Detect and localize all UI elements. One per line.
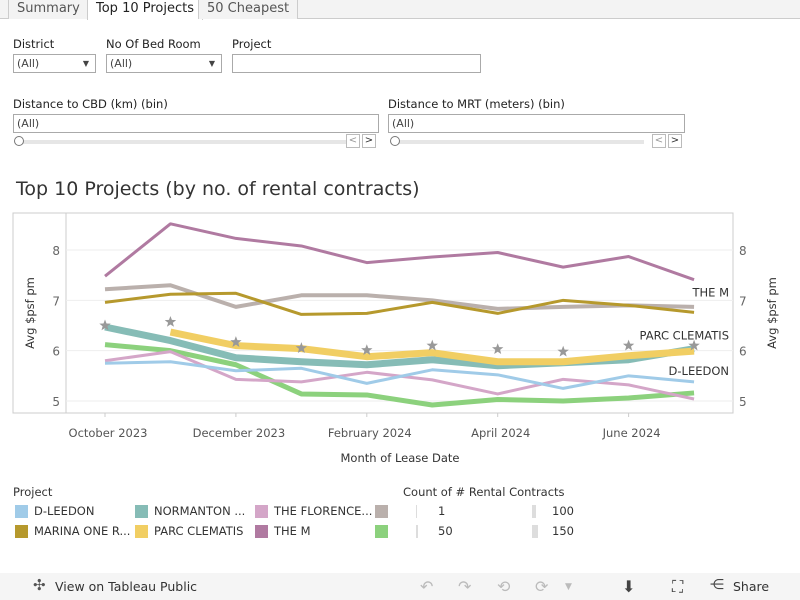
undo-icon[interactable]: ↶ — [420, 577, 433, 596]
x-tick-label: December 2023 — [193, 426, 286, 440]
y-tick-label: 6 — [52, 345, 60, 359]
y-axis-title: Avg $psf pm — [23, 277, 37, 349]
prev-button[interactable]: < — [346, 134, 360, 148]
series-line-the-m — [104, 222, 695, 282]
refresh-icon[interactable]: ⟳ — [535, 577, 548, 596]
district-dropdown[interactable]: (All) ▼ — [13, 54, 96, 73]
series-line-project-1 — [104, 283, 695, 311]
legend-item-label[interactable]: THE FLORENCE... — [274, 504, 372, 518]
x-tick-label: April 2024 — [471, 426, 530, 440]
slider-handle[interactable] — [390, 136, 400, 146]
legend-swatch[interactable] — [15, 505, 28, 518]
chart-title: Top 10 Projects (by no. of rental contra… — [16, 178, 420, 200]
y-tick-label: 8 — [52, 244, 60, 258]
x-tick-label: June 2024 — [602, 426, 661, 440]
end-label: THE M — [691, 285, 729, 299]
y-right-tick-label: 6 — [739, 345, 747, 359]
legend-item-label[interactable]: MARINA ONE R... — [34, 524, 130, 538]
legend-item-label[interactable]: THE M — [274, 524, 311, 538]
y-tick-label: 7 — [52, 294, 60, 308]
size-legend-label: 50 — [438, 524, 453, 538]
prev-button[interactable]: < — [652, 134, 666, 148]
mrt-slider[interactable]: < > — [390, 134, 685, 148]
end-label: PARC CLEMATIS — [640, 329, 729, 343]
share-button[interactable]: Share — [733, 579, 769, 594]
legend-item-label[interactable]: D-LEEDON — [34, 504, 94, 518]
bedroom-label: No Of Bed Room — [106, 37, 201, 51]
fullscreen-icon[interactable]: ⛶ — [672, 577, 683, 597]
district-value: (All) — [17, 57, 40, 70]
legend-swatch[interactable] — [15, 525, 28, 538]
size-legend-label: 1 — [438, 504, 446, 518]
star-mark — [426, 339, 438, 351]
mrt-input[interactable]: (All) — [388, 114, 685, 133]
district-label: District — [13, 37, 55, 51]
tab-50-cheapest[interactable]: 50 Cheapest — [198, 0, 299, 19]
y-right-tick-label: 8 — [739, 244, 747, 258]
slider-handle[interactable] — [14, 136, 24, 146]
bedroom-dropdown[interactable]: (All) ▼ — [106, 54, 222, 73]
x-tick-label: October 2023 — [69, 426, 148, 440]
y-right-tick-label: 5 — [739, 395, 747, 409]
share-icon[interactable]: ⋲ — [710, 577, 724, 593]
view-on-tableau-link[interactable]: View on Tableau Public — [55, 579, 197, 594]
project-label: Project — [232, 37, 272, 51]
cbd-input[interactable]: (All) — [13, 114, 379, 133]
x-axis-title: Month of Lease Date — [341, 451, 460, 465]
chevron-down-icon: ▼ — [82, 59, 89, 68]
download-icon[interactable]: ⬇ — [622, 577, 635, 596]
y-tick-label: 5 — [52, 395, 60, 409]
y-right-axis-title: Avg $psf pm — [765, 277, 779, 349]
end-label: D-LEEDON — [669, 364, 729, 378]
size-legend-title: Count of # Rental Contracts — [403, 485, 565, 499]
star-mark — [164, 316, 177, 327]
star-mark — [557, 345, 569, 357]
next-button[interactable]: > — [362, 134, 376, 148]
tab-top-10-projects[interactable]: Top 10 Projects — [87, 0, 203, 20]
size-legend-bar — [532, 525, 538, 538]
line-chart: 5 5 6 6 7 7 8 8 Avg $psf pm Avg $psf pm October 20… — [12, 212, 779, 465]
project-input[interactable] — [232, 54, 481, 73]
legend-swatch[interactable] — [255, 525, 268, 538]
x-tick-label: February 2024 — [328, 426, 412, 440]
legend-swatch[interactable] — [375, 525, 388, 538]
legend-swatch[interactable] — [135, 505, 148, 518]
chevron-down-icon[interactable]: ▼ — [565, 582, 572, 592]
sheet-tabs: Summary Top 10 Projects 50 Cheapest — [0, 0, 800, 20]
legend-title: Project — [13, 485, 53, 499]
size-legend-label: 100 — [552, 504, 574, 518]
legend-swatch[interactable] — [255, 505, 268, 518]
redo-icon[interactable]: ↷ — [458, 577, 471, 596]
size-legend-bar — [416, 505, 417, 518]
cbd-label: Distance to CBD (km) (bin) — [13, 97, 168, 111]
revert-icon[interactable]: ⟲ — [497, 577, 510, 596]
size-legend-label: 150 — [552, 524, 574, 538]
star-mark — [622, 339, 635, 351]
legend-item-label[interactable]: PARC CLEMATIS — [154, 524, 243, 538]
mrt-label: Distance to MRT (meters) (bin) — [388, 97, 565, 111]
legend-swatch[interactable] — [375, 505, 388, 518]
tab-summary[interactable]: Summary — [8, 0, 89, 19]
star-mark — [492, 343, 504, 354]
y-right-tick-label: 7 — [739, 294, 747, 308]
footer-toolbar: ✣ View on Tableau Public ↶ ↷ ⟲ ⟳ ▼ ⬇ ⛶ ⋲… — [0, 573, 800, 600]
size-legend-bar — [532, 505, 536, 518]
chevron-down-icon: ▼ — [208, 59, 215, 68]
next-button[interactable]: > — [668, 134, 682, 148]
legend-swatch[interactable] — [135, 525, 148, 538]
cbd-slider[interactable]: < > — [14, 134, 379, 148]
legend-item-label[interactable]: NORMANTON ... — [154, 504, 245, 518]
bedroom-value: (All) — [110, 57, 133, 70]
tableau-icon: ✣ — [33, 576, 46, 594]
size-legend-bar — [416, 525, 418, 538]
